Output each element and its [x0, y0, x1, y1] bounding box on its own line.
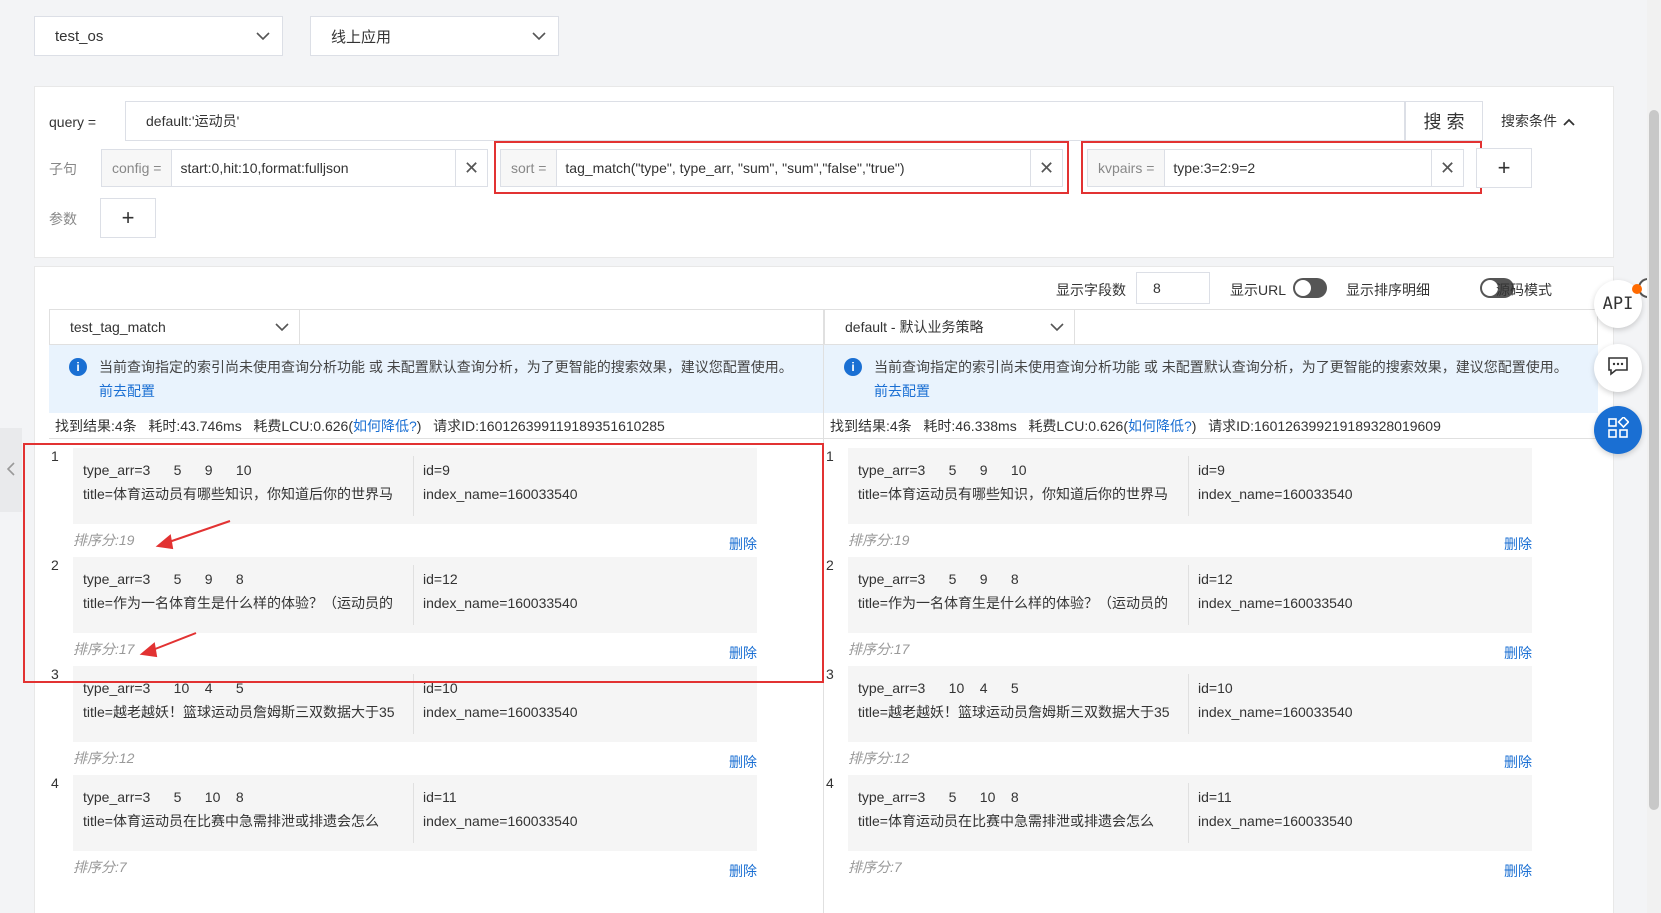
feedback-button[interactable]	[1594, 344, 1642, 392]
apps-button[interactable]	[1594, 406, 1642, 454]
arrow-icon	[139, 520, 231, 658]
chat-icon	[1607, 356, 1629, 381]
api-label: API	[1602, 294, 1634, 314]
chevron-left-icon	[6, 461, 15, 479]
collapse-handle[interactable]	[0, 428, 22, 512]
apps-icon	[1607, 415, 1630, 444]
scrollbar-thumb[interactable]	[1649, 110, 1659, 810]
annotation-arrows	[139, 520, 231, 658]
notification-dot	[1632, 284, 1642, 294]
